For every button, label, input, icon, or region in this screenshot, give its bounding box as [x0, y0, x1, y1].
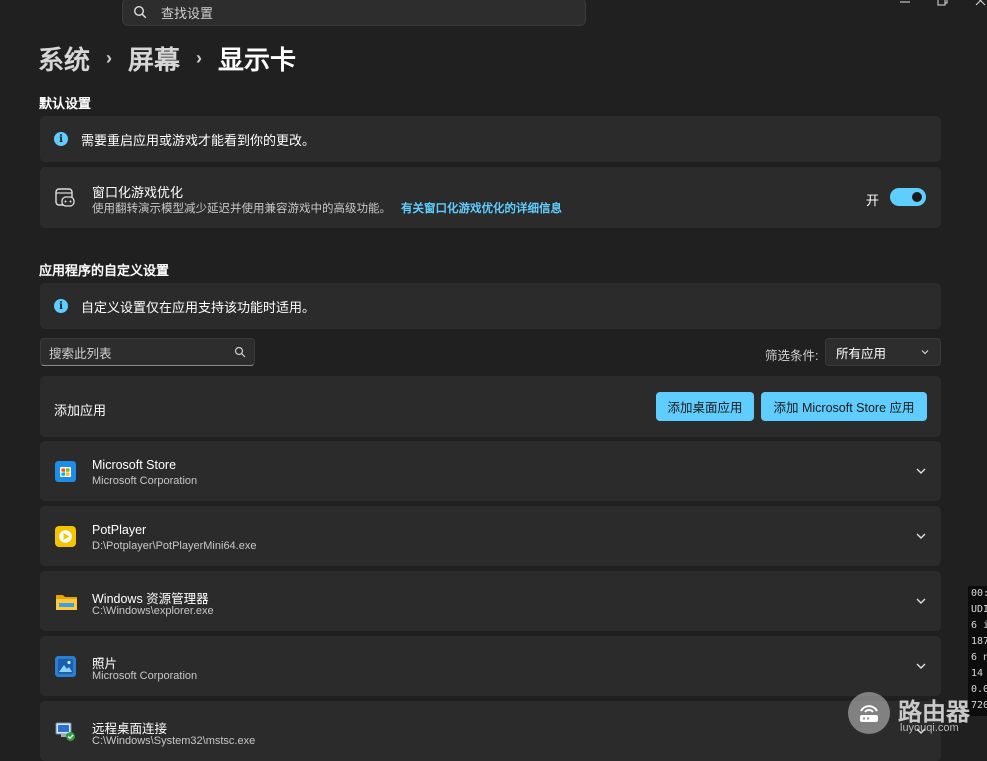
list-item[interactable]: 照片 Microsoft Corporation	[40, 636, 941, 696]
app-path: C:\Windows\System32\mstsc.exe	[92, 735, 256, 747]
watermark-url: luyouqi.com	[900, 722, 959, 734]
windowed-opt-toggle[interactable]	[890, 188, 926, 206]
chevron-down-icon[interactable]	[915, 660, 927, 672]
console-line: 0.0	[971, 684, 987, 695]
breadcrumb-separator-icon: ›	[106, 48, 113, 68]
console-line: 6 i	[971, 620, 987, 631]
router-icon	[860, 705, 878, 722]
toggle-state-label: 开	[866, 193, 880, 208]
windowed-opt-description: 使用翻转演示模型减少延迟并使用兼容游戏中的高级功能。	[92, 203, 391, 215]
app-path: C:\Windows\explorer.exe	[92, 605, 214, 617]
game-window-icon	[55, 188, 75, 207]
console-line: 720	[971, 700, 987, 711]
default-settings-heading: 默认设置	[39, 96, 92, 111]
list-item[interactable]: 远程桌面连接 C:\Windows\System32\mstsc.exe	[40, 701, 941, 761]
app-publisher: Microsoft Corporation	[92, 475, 198, 487]
close-icon[interactable]	[971, 0, 987, 12]
settings-search-placeholder: 查找设置	[161, 5, 214, 21]
page-title: 显示卡	[218, 45, 297, 75]
chevron-down-icon[interactable]	[915, 530, 927, 542]
filter-label: 筛选条件:	[765, 349, 819, 363]
app-name: Microsoft Store	[92, 458, 177, 472]
breadcrumb-separator-icon: ›	[196, 48, 203, 68]
list-search-placeholder: 搜索此列表	[49, 346, 112, 361]
custom-info-text: 自定义设置仅在应用支持该功能时适用。	[81, 299, 316, 315]
info-icon: i	[54, 299, 68, 313]
chevron-down-icon[interactable]	[915, 465, 927, 477]
list-search-input[interactable]: 搜索此列表	[40, 338, 255, 366]
store-icon	[55, 461, 76, 482]
custom-settings-heading: 应用程序的自定义设置	[39, 263, 170, 278]
filter-dropdown-value: 所有应用	[836, 346, 887, 361]
console-fragment: 00: UDI 6 i 187 6 n 14 0.0 720	[968, 586, 987, 716]
chevron-down-icon	[921, 350, 929, 355]
search-icon	[133, 5, 147, 19]
breadcrumb-system[interactable]: 系统	[38, 40, 90, 77]
windowed-game-optimization-card: 窗口化游戏优化 使用翻转演示模型减少延迟并使用兼容游戏中的高级功能。 有关窗口化游…	[40, 167, 941, 228]
add-store-app-button[interactable]: 添加 Microsoft Store 应用	[761, 392, 927, 421]
app-name: PotPlayer	[92, 523, 147, 537]
breadcrumb-display[interactable]: 屏幕	[128, 40, 180, 77]
restore-icon[interactable]	[932, 0, 952, 12]
list-item[interactable]: PotPlayer D:\Potplayer\PotPlayerMini64.e…	[40, 506, 941, 566]
console-line: 187	[971, 636, 987, 647]
search-icon	[234, 346, 246, 358]
windowed-opt-details-link[interactable]: 有关窗口化游戏优化的详细信息	[401, 203, 562, 215]
console-line: UDI	[971, 604, 987, 615]
app-publisher: Microsoft Corporation	[92, 670, 198, 682]
list-item[interactable]: Windows 资源管理器 C:\Windows\explorer.exe	[40, 571, 941, 631]
toggle-knob	[912, 192, 922, 202]
photos-icon	[55, 656, 76, 677]
add-desktop-app-button[interactable]: 添加桌面应用	[656, 392, 754, 421]
console-line: 14	[971, 668, 984, 679]
list-item[interactable]: Microsoft Store Microsoft Corporation	[40, 441, 941, 501]
console-line: 6 n	[971, 652, 987, 663]
minimize-icon[interactable]	[895, 0, 915, 12]
custom-info-card: i 自定义设置仅在应用支持该功能时适用。	[40, 283, 941, 329]
app-path: D:\Potplayer\PotPlayerMini64.exe	[92, 540, 257, 552]
restart-info-card: i 需要重启应用或游戏才能看到你的更改。	[40, 116, 941, 162]
potplayer-icon	[55, 526, 76, 547]
console-line: 00:	[971, 588, 987, 599]
windowed-opt-description-row: 使用翻转演示模型减少延迟并使用兼容游戏中的高级功能。 有关窗口化游戏优化的详细信息	[92, 200, 562, 216]
add-app-label: 添加应用	[54, 403, 107, 418]
windowed-opt-title: 窗口化游戏优化	[92, 185, 184, 200]
chevron-down-icon[interactable]	[915, 595, 927, 607]
info-icon: i	[54, 132, 68, 146]
breadcrumb: 系统 › 屏幕 › 显示卡	[38, 40, 296, 77]
remote-desktop-icon	[55, 722, 75, 741]
settings-search-box[interactable]: 查找设置	[122, 0, 586, 26]
restart-info-text: 需要重启应用或游戏才能看到你的更改。	[81, 132, 316, 148]
filter-dropdown[interactable]: 所有应用	[825, 338, 941, 366]
watermark-router-icon	[848, 692, 890, 734]
folder-icon	[56, 595, 77, 610]
